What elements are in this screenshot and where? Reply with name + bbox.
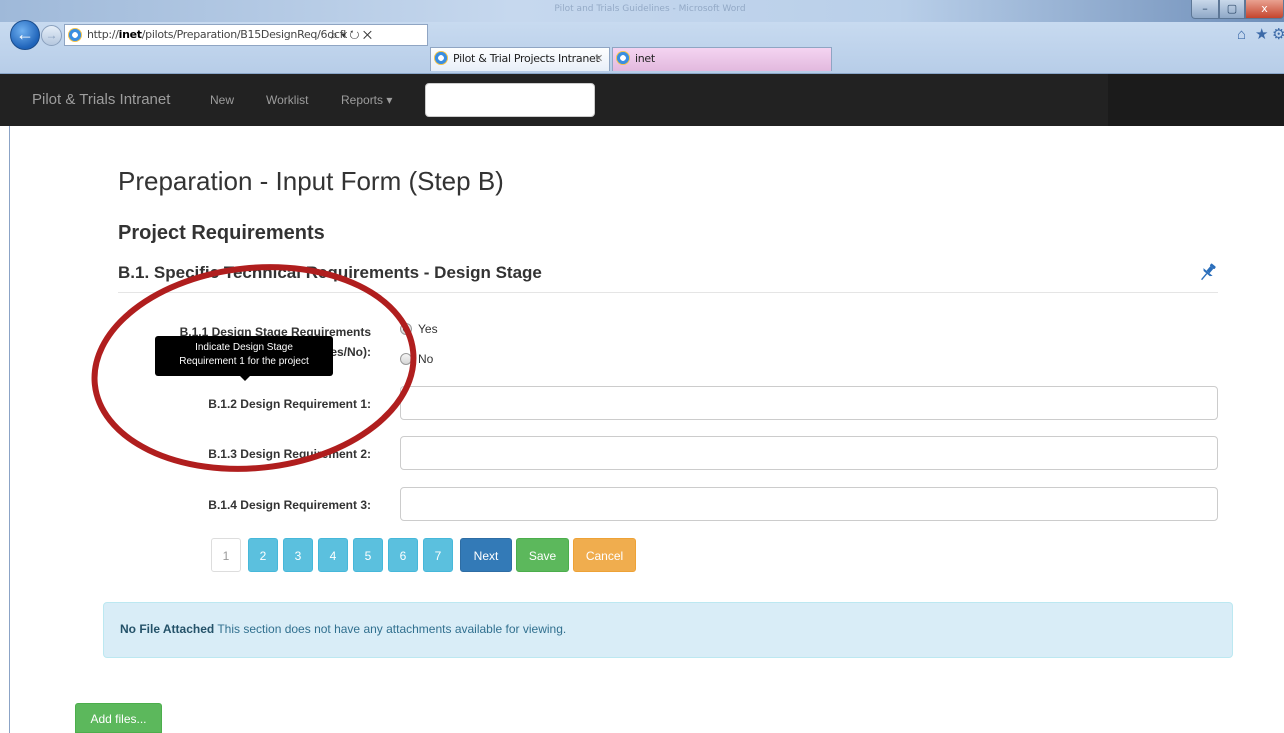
favorites-star-icon[interactable]: ★ bbox=[1255, 26, 1268, 44]
maximize-button[interactable]: ▢ bbox=[1219, 0, 1245, 19]
nav-link-reports[interactable]: Reports ▾ bbox=[341, 74, 392, 126]
b14-label: B.1.4 Design Requirement 3: bbox=[208, 498, 371, 512]
page-button-3[interactable]: 3 bbox=[283, 538, 313, 572]
ie-tab-icon bbox=[616, 51, 630, 65]
design-requirement-3-input[interactable] bbox=[400, 487, 1218, 521]
annotation-ellipse bbox=[91, 264, 417, 472]
save-button[interactable]: Save bbox=[516, 538, 569, 572]
browser-chrome: Pilot and Trials Guidelines - Microsoft … bbox=[0, 0, 1284, 74]
b11-radio-no-label[interactable]: No bbox=[418, 352, 433, 366]
address-path: /pilots/Preparation/B15DesignReq/6dcfb bbox=[141, 28, 347, 41]
navbar-edge bbox=[0, 74, 10, 126]
navbar-brand[interactable]: Pilot & Trials Intranet bbox=[32, 74, 170, 126]
b11-radio-yes-label[interactable]: Yes bbox=[418, 322, 438, 336]
tab-close-icon[interactable]: ✕ bbox=[594, 48, 603, 70]
gear-icon[interactable]: ⚙ bbox=[1272, 26, 1284, 44]
cancel-button[interactable]: Cancel bbox=[573, 538, 636, 572]
section-heading: Project Requirements bbox=[118, 222, 325, 244]
back-arrow-icon[interactable]: ← bbox=[10, 20, 40, 50]
home-icon[interactable]: ⌂ bbox=[1237, 26, 1246, 44]
navbar-search-input[interactable] bbox=[425, 83, 595, 117]
design-requirement-1-input[interactable] bbox=[400, 386, 1218, 420]
address-url: http://inet/pilots/Preparation/B15Design… bbox=[87, 25, 347, 45]
alert-message: This section does not have any attachmen… bbox=[214, 622, 567, 636]
nav-link-new[interactable]: New bbox=[210, 74, 234, 126]
nav-link-worklist[interactable]: Worklist bbox=[266, 74, 308, 126]
next-button[interactable]: Next bbox=[460, 538, 512, 572]
address-prefix: http:// bbox=[87, 28, 119, 41]
tab-pilot-trial-projects[interactable]: Pilot & Trial Projects Intranet ✕ bbox=[430, 47, 610, 71]
add-files-button[interactable]: Add files... bbox=[75, 703, 162, 733]
close-window-button[interactable]: x bbox=[1245, 0, 1284, 19]
page-button-5[interactable]: 5 bbox=[353, 538, 383, 572]
app-navbar: Pilot & Trials Intranet New Worklist Rep… bbox=[10, 74, 1284, 126]
address-bar[interactable]: http://inet/pilots/Preparation/B15Design… bbox=[64, 24, 428, 46]
window-border bbox=[9, 126, 10, 733]
page-button-7[interactable]: 7 bbox=[423, 538, 453, 572]
ie-tab-icon bbox=[434, 51, 448, 65]
address-host: inet bbox=[118, 28, 142, 41]
tab-label: inet bbox=[635, 52, 655, 65]
page-button-1[interactable]: 1 bbox=[211, 538, 241, 572]
address-tools-icons[interactable]: ⌕ ▾ ↻ ✕ bbox=[331, 24, 372, 46]
attachments-alert: No File Attached This section does not h… bbox=[103, 602, 1233, 658]
tab-label: Pilot & Trial Projects Intranet bbox=[453, 52, 600, 65]
ie-page-icon bbox=[68, 28, 82, 42]
alert-title: No File Attached bbox=[120, 622, 215, 636]
page-button-2[interactable]: 2 bbox=[248, 538, 278, 572]
page-button-6[interactable]: 6 bbox=[388, 538, 418, 572]
forward-arrow-icon[interactable]: → bbox=[41, 25, 62, 46]
page-button-4[interactable]: 4 bbox=[318, 538, 348, 572]
pin-icon[interactable] bbox=[1197, 261, 1219, 283]
navbar-user-area[interactable] bbox=[1108, 74, 1284, 126]
minimize-button[interactable]: – bbox=[1191, 0, 1219, 19]
design-requirement-2-input[interactable] bbox=[400, 436, 1218, 470]
tab-inet[interactable]: inet bbox=[612, 47, 832, 71]
page-title: Preparation - Input Form (Step B) bbox=[118, 166, 504, 196]
window-title: Pilot and Trials Guidelines - Microsoft … bbox=[554, 4, 746, 14]
